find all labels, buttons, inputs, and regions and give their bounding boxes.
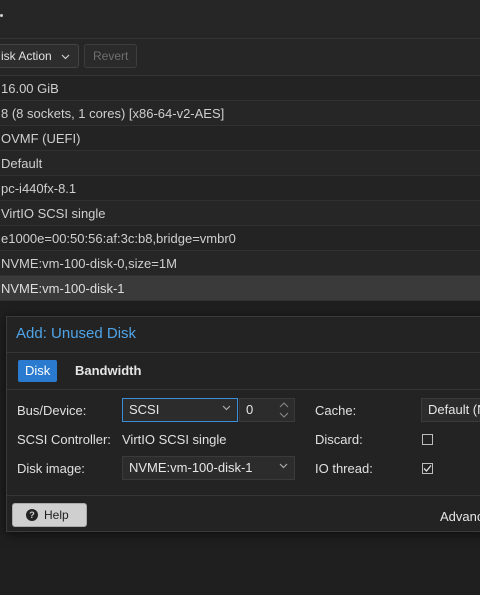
disk-action-label: isk Action bbox=[1, 49, 52, 63]
chevron-down-icon bbox=[279, 463, 288, 469]
cache-select[interactable]: Default (N bbox=[421, 398, 480, 422]
question-circle-icon: ? bbox=[26, 509, 38, 521]
discard-checkbox[interactable] bbox=[422, 434, 433, 445]
hardware-row-disk-0[interactable]: NVME:vm-100-disk-0,size=1M bbox=[0, 251, 480, 276]
io-thread-checkbox[interactable] bbox=[422, 463, 433, 474]
add-unused-disk-dialog: Add: Unused Disk Disk Bandwidth Bus/Devi… bbox=[6, 316, 480, 532]
device-index-value: 0 bbox=[246, 402, 254, 417]
hardware-row-machine[interactable]: pc-i440fx-8.1 bbox=[0, 176, 480, 201]
chevron-down-icon bbox=[222, 405, 231, 411]
hardware-row-display[interactable]: Default bbox=[0, 151, 480, 176]
tab-disk[interactable]: Disk bbox=[18, 360, 58, 382]
cache-label: Cache: bbox=[315, 403, 357, 418]
dialog-tab-bar: Disk Bandwidth bbox=[7, 352, 480, 390]
dialog-footer: ? Help Advanc bbox=[7, 495, 480, 534]
revert-label: Revert bbox=[93, 49, 129, 63]
help-label: Help bbox=[44, 508, 69, 522]
tab-bandwidth[interactable]: Bandwidth bbox=[68, 360, 148, 382]
checkmark-icon bbox=[423, 465, 432, 472]
hardware-row-scsi-controller[interactable]: VirtIO SCSI single bbox=[0, 201, 480, 226]
hardware-row-memory[interactable]: 16.00 GiB bbox=[0, 76, 480, 101]
hardware-row-unused-disk[interactable]: NVME:vm-100-disk-1 bbox=[0, 276, 480, 301]
disk-image-value: NVME:vm-100-disk-1 bbox=[129, 460, 253, 475]
hardware-list: 16.00 GiB 8 (8 sockets, 1 cores) [x86-64… bbox=[0, 76, 480, 301]
device-index-stepper[interactable]: 0 bbox=[239, 398, 295, 422]
bus-device-label: Bus/Device: bbox=[17, 403, 87, 418]
hardware-toolbar: isk Action Revert bbox=[0, 39, 480, 76]
chevron-down-icon bbox=[61, 54, 70, 60]
advanced-toggle[interactable]: Advanc bbox=[440, 509, 480, 524]
io-thread-label: IO thread: bbox=[315, 461, 373, 476]
bus-device-select[interactable]: SCSI bbox=[122, 398, 238, 422]
disk-image-select[interactable]: NVME:vm-100-disk-1 bbox=[122, 456, 295, 480]
disk-image-label: Disk image: bbox=[17, 461, 85, 476]
disk-action-button[interactable]: isk Action bbox=[0, 44, 80, 68]
hardware-row-network[interactable]: e1000e=00:50:56:af:3c:b8,bridge=vmbr0 bbox=[0, 226, 480, 251]
bus-device-value: SCSI bbox=[129, 402, 160, 417]
discard-label: Discard: bbox=[315, 432, 363, 447]
top-bar bbox=[0, 0, 480, 39]
hardware-row-bios[interactable]: OVMF (UEFI) bbox=[0, 126, 480, 151]
spinner-arrows-icon bbox=[279, 402, 289, 418]
cache-value: Default (N bbox=[428, 402, 480, 417]
help-button[interactable]: ? Help bbox=[12, 503, 87, 527]
hardware-row-processors[interactable]: 8 (8 sockets, 1 cores) [x86-64-v2-AES] bbox=[0, 101, 480, 126]
scsi-controller-value: VirtIO SCSI single bbox=[122, 432, 227, 447]
revert-button[interactable]: Revert bbox=[84, 44, 138, 68]
scsi-controller-label: SCSI Controller: bbox=[17, 432, 111, 447]
menu-dot-icon bbox=[0, 14, 3, 17]
dialog-title: Add: Unused Disk bbox=[16, 325, 137, 342]
